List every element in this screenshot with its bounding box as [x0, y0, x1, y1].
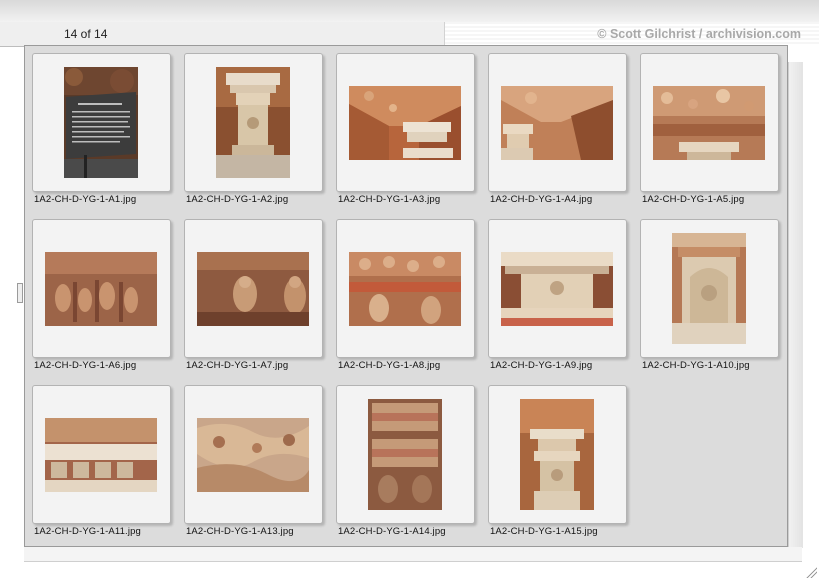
thumbnail-item[interactable]: 1A2-CH-D-YG-1-A8.jpg	[336, 219, 476, 381]
thumbnail-grid: 1A2-CH-D-YG-1-A1.jpg 1A2-CH-D-YG-1-A2.jp…	[24, 45, 788, 547]
thumbnail-filename: 1A2-CH-D-YG-1-A8.jpg	[338, 360, 441, 371]
thumbnail-card[interactable]	[640, 219, 779, 358]
thumbnail-item[interactable]: 1A2-CH-D-YG-1-A11.jpg	[32, 385, 172, 547]
thumbnail-image	[197, 252, 309, 326]
resize-grip-icon[interactable]	[805, 566, 817, 578]
thumbnail-image	[349, 86, 461, 160]
thumbnail-item[interactable]: 1A2-CH-D-YG-1-A2.jpg	[184, 53, 324, 215]
thumbnail-item[interactable]: 1A2-CH-D-YG-1-A5.jpg	[640, 53, 780, 215]
thumbnail-filename: 1A2-CH-D-YG-1-A11.jpg	[34, 526, 141, 537]
image-counter-bar: 14 of 14	[0, 22, 445, 47]
thumbnail-image	[197, 418, 309, 492]
window-top-bar	[0, 0, 819, 23]
thumbnail-card[interactable]	[184, 385, 323, 524]
thumbnail-filename: 1A2-CH-D-YG-1-A13.jpg	[186, 526, 294, 537]
thumbnail-image	[45, 252, 157, 326]
thumbnail-filename: 1A2-CH-D-YG-1-A4.jpg	[490, 194, 593, 205]
thumbnail-image	[672, 233, 746, 344]
thumbnail-card[interactable]	[184, 219, 323, 358]
thumbnail-filename: 1A2-CH-D-YG-1-A2.jpg	[186, 194, 289, 205]
thumbnail-card[interactable]	[184, 53, 323, 192]
thumbnail-item[interactable]: 1A2-CH-D-YG-1-A14.jpg	[336, 385, 476, 547]
horizontal-scrollbar[interactable]	[24, 547, 802, 562]
thumbnail-filename: 1A2-CH-D-YG-1-A3.jpg	[338, 194, 441, 205]
copyright-credit: © Scott Gilchrist / archivision.com	[597, 27, 801, 41]
thumbnail-item[interactable]: 1A2-CH-D-YG-1-A4.jpg	[488, 53, 628, 215]
thumbnail-item[interactable]: 1A2-CH-D-YG-1-A7.jpg	[184, 219, 324, 381]
thumbnail-item[interactable]: 1A2-CH-D-YG-1-A6.jpg	[32, 219, 172, 381]
thumbnail-image	[349, 252, 461, 326]
thumbnail-card[interactable]	[488, 53, 627, 192]
thumbnail-image	[216, 67, 290, 178]
thumbnail-filename: 1A2-CH-D-YG-1-A9.jpg	[490, 360, 593, 371]
thumbnail-item[interactable]: 1A2-CH-D-YG-1-A15.jpg	[488, 385, 628, 547]
thumbnail-item[interactable]: 1A2-CH-D-YG-1-A13.jpg	[184, 385, 324, 547]
thumbnail-card[interactable]	[336, 53, 475, 192]
thumbnail-item[interactable]: 1A2-CH-D-YG-1-A1.jpg	[32, 53, 172, 215]
thumbnail-image	[64, 67, 138, 178]
thumbnail-card[interactable]	[336, 219, 475, 358]
thumbnail-card[interactable]	[32, 219, 171, 358]
thumbnail-filename: 1A2-CH-D-YG-1-A5.jpg	[642, 194, 745, 205]
thumbnail-card[interactable]	[336, 385, 475, 524]
thumbnail-image	[520, 399, 594, 510]
image-counter: 14 of 14	[64, 27, 108, 41]
splitter-handle[interactable]	[17, 283, 23, 303]
thumbnail-image	[501, 252, 613, 326]
thumbnail-filename: 1A2-CH-D-YG-1-A6.jpg	[34, 360, 137, 371]
thumbnail-card[interactable]	[32, 385, 171, 524]
vertical-scrollbar[interactable]	[788, 62, 803, 548]
thumbnail-card[interactable]	[640, 53, 779, 192]
thumbnail-card[interactable]	[32, 53, 171, 192]
thumbnail-image	[653, 86, 765, 160]
thumbnail-filename: 1A2-CH-D-YG-1-A15.jpg	[490, 526, 598, 537]
thumbnail-item[interactable]: 1A2-CH-D-YG-1-A9.jpg	[488, 219, 628, 381]
credit-bar: © Scott Gilchrist / archivision.com	[445, 22, 819, 46]
thumbnail-filename: 1A2-CH-D-YG-1-A1.jpg	[34, 194, 137, 205]
thumbnail-item[interactable]: 1A2-CH-D-YG-1-A3.jpg	[336, 53, 476, 215]
thumbnail-item[interactable]: 1A2-CH-D-YG-1-A10.jpg	[640, 219, 780, 381]
thumbnail-filename: 1A2-CH-D-YG-1-A7.jpg	[186, 360, 289, 371]
thumbnail-image	[368, 399, 442, 510]
thumbnail-card[interactable]	[488, 219, 627, 358]
thumbnail-filename: 1A2-CH-D-YG-1-A14.jpg	[338, 526, 446, 537]
thumbnail-card[interactable]	[488, 385, 627, 524]
thumbnail-image	[501, 86, 613, 160]
thumbnail-filename: 1A2-CH-D-YG-1-A10.jpg	[642, 360, 750, 371]
thumbnail-image	[45, 418, 157, 492]
